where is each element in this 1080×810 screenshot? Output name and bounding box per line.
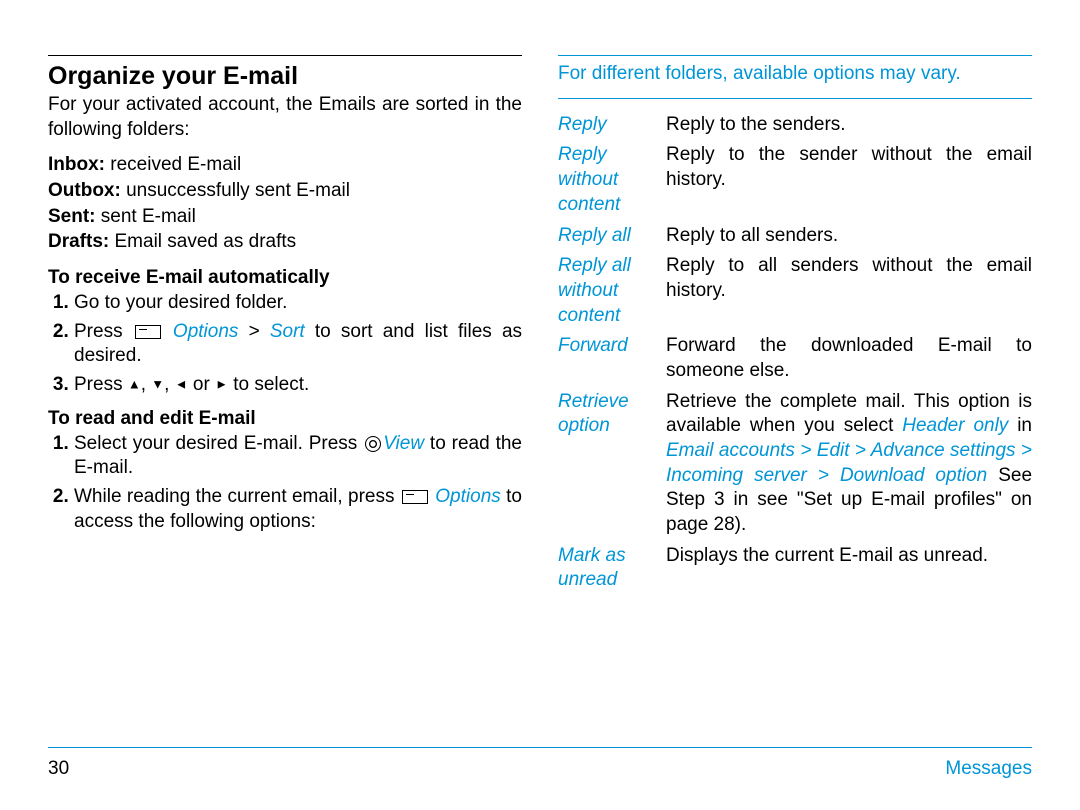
option-desc: Retrieve the complete mail. This option … [666,390,1032,538]
folder-list: Inbox: received E-mail Outbox: unsuccess… [48,152,522,255]
menu-path: Email accounts [666,440,795,461]
section-name: Messages [945,758,1032,780]
softkey-icon [135,325,161,339]
table-row: Retrieve option Retrieve the complete ma… [558,390,1032,538]
option-label: Reply without content [558,143,666,217]
center-key-icon [365,436,381,452]
option-desc: Reply to all senders without the email h… [666,254,1032,328]
table-row: ForwardForward the downloaded E-mail to … [558,334,1032,383]
list-item: Select your desired E-mail. Press View t… [74,432,522,481]
list-item: Go to your desired folder. [74,291,522,316]
option-label: Reply all without content [558,254,666,328]
page-footer: 30 Messages [48,747,1032,780]
folder-desc: received E-mail [105,154,241,175]
subheading-receive: To receive E-mail automatically [48,267,522,289]
table-row: Mark as unreadDisplays the current E-mai… [558,544,1032,593]
option-label: Reply all [558,224,666,249]
option-label: Retrieve option [558,390,666,538]
options-table: ReplyReply to the senders. Reply without… [558,107,1032,599]
folder-desc: unsuccessfully sent E-mail [121,180,350,201]
menu-path: Options [430,486,501,507]
list-item: Press Options > Sort to sort and list fi… [74,320,522,369]
option-desc: Reply to all senders. [666,224,1032,249]
option-label: Reply [558,113,666,138]
softkey-icon [402,490,428,504]
menu-path: Advance settings [871,440,1016,461]
option-desc: Displays the current E-mail as unread. [666,544,1032,593]
menu-path: Download option [840,465,987,486]
menu-path: View [383,433,424,454]
folder-name: Sent: [48,206,96,227]
arrow-left-icon: ◄ [175,377,188,392]
intro-text: For your activated account, the Emails a… [48,93,522,142]
section-title: Organize your E-mail [48,62,522,91]
arrow-up-icon: ▲ [128,377,141,392]
arrow-down-icon: ▼ [151,377,164,392]
folder-desc: Email saved as drafts [109,231,296,252]
arrow-right-icon: ► [215,377,228,392]
option-label: Forward [558,334,666,383]
option-desc: Reply to the sender without the email hi… [666,143,1032,217]
options-note: For different folders, available options… [558,56,1032,92]
option-desc: Forward the downloaded E-mail to someone… [666,334,1032,383]
table-row: Reply without contentReply to the sender… [558,143,1032,217]
menu-path: Header only [902,415,1008,436]
table-row: ReplyReply to the senders. [558,113,1032,138]
list-item: While reading the current email, press O… [74,485,522,534]
steps-receive: Go to your desired folder. Press Options… [48,291,522,398]
menu-path: Edit [817,440,850,461]
folder-name: Drafts: [48,231,109,252]
folder-name: Inbox: [48,154,105,175]
menu-path: Incoming server [666,465,807,486]
option-desc: Reply to the senders. [666,113,1032,138]
table-row: Reply allReply to all senders. [558,224,1032,249]
subheading-read: To read and edit E-mail [48,408,522,430]
page-number: 30 [48,758,69,780]
folder-name: Outbox: [48,180,121,201]
table-row: Reply all without contentReply to all se… [558,254,1032,328]
folder-desc: sent E-mail [96,206,196,227]
option-label: Mark as unread [558,544,666,593]
menu-path: Options [163,321,239,342]
steps-read: Select your desired E-mail. Press View t… [48,432,522,535]
menu-path: Sort [270,321,305,342]
list-item: Press ▲, ▼, ◄ or ► to select. [74,373,522,398]
